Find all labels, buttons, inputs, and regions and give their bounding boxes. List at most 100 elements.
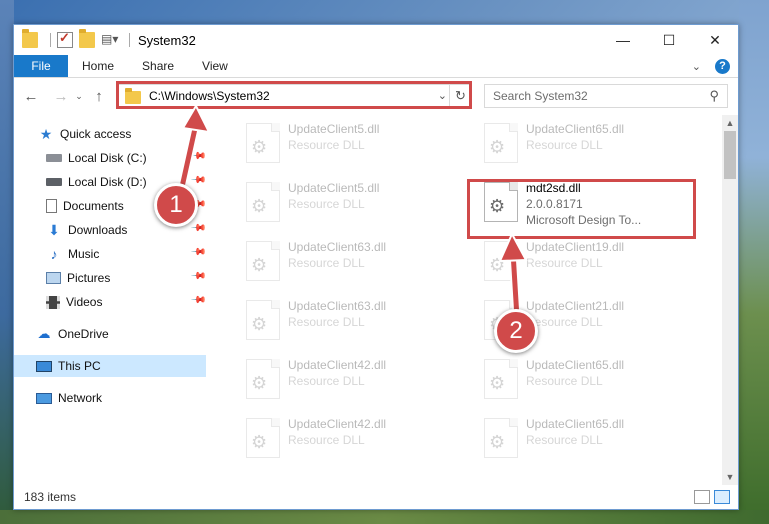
sidebar-item-videos[interactable]: Videos 📌 (14, 291, 206, 313)
file-description: Resource DLL (288, 138, 365, 152)
sidebar-item-label: Local Disk (D:) (68, 175, 147, 189)
large-icons-view-icon[interactable] (714, 490, 730, 504)
file-item[interactable]: UpdateClient65.dll Resource DLL (472, 119, 682, 169)
dll-file-icon (484, 359, 518, 399)
tab-file[interactable]: File (14, 55, 68, 77)
status-bar: 183 items (14, 485, 738, 509)
dll-file-icon (246, 182, 280, 222)
pin-icon: 📌 (189, 220, 207, 237)
search-icon[interactable]: ⚲ (709, 88, 719, 104)
file-description: Resource DLL (288, 374, 365, 388)
help-icon[interactable]: ? (715, 58, 730, 74)
file-name: UpdateClient63.dll (288, 240, 387, 254)
file-description: Resource DLL (288, 315, 365, 329)
expand-ribbon-icon[interactable]: ⌄ (692, 60, 701, 73)
minimize-button[interactable]: — (600, 25, 646, 55)
file-description: Resource DLL (288, 433, 365, 447)
file-name: UpdateClient21.dll (526, 299, 625, 313)
file-item[interactable]: UpdateClient65.dll Resource DLL (472, 355, 682, 405)
navigation-pane: ★ Quick access Local Disk (C:) 📌 Local D… (14, 115, 206, 485)
dll-file-icon (246, 359, 280, 399)
recent-locations-chevron-icon[interactable]: ⌄ (72, 85, 86, 107)
file-name: UpdateClient42.dll (288, 358, 387, 372)
ribbon-right: ⌄ ? (692, 55, 738, 77)
address-highlight-box (116, 81, 472, 109)
scroll-up-icon[interactable]: ▲ (722, 115, 738, 131)
quick-access-toolbar: ▤▾ System32 (14, 25, 196, 55)
file-item[interactable]: UpdateClient63.dll Resource DLL (234, 296, 444, 346)
sidebar-item-network[interactable]: Network (14, 387, 206, 409)
dll-file-icon (246, 241, 280, 281)
sidebar-item-label: Pictures (67, 271, 111, 285)
scrollbar-thumb[interactable] (724, 131, 736, 179)
step-2-badge: 2 (494, 309, 538, 353)
file-description: Resource DLL (526, 374, 603, 388)
tab-home[interactable]: Home (68, 55, 128, 77)
sidebar-item-this-pc[interactable]: This PC (14, 355, 206, 377)
search-input[interactable] (493, 89, 693, 103)
sidebar-item-label: Local Disk (C:) (68, 151, 147, 165)
file-list: UpdateClient5.dll Resource DLL UpdateClie… (220, 115, 720, 487)
file-name: UpdateClient42.dll (288, 417, 387, 431)
toolbar-divider (50, 33, 51, 47)
file-description: Resource DLL (526, 256, 603, 270)
up-arrow-icon[interactable]: ↑ (88, 85, 110, 107)
dll-file-icon (484, 123, 518, 163)
sidebar-item-pictures[interactable]: Pictures 📌 (14, 267, 206, 289)
properties-icon[interactable] (57, 30, 73, 48)
customize-toolbar-icon[interactable]: ▤▾ (101, 32, 118, 48)
sidebar-item-label: Quick access (60, 127, 132, 141)
folder-icon (22, 29, 38, 48)
desktop-background-left (0, 0, 14, 524)
file-item[interactable]: UpdateClient42.dll Resource DLL (234, 355, 444, 405)
file-item[interactable]: UpdateClient19.dll Resource DLL (472, 237, 682, 287)
file-highlight-box (467, 179, 696, 239)
file-item[interactable]: UpdateClient63.dll Resource DLL (234, 237, 444, 287)
item-count: 183 items (24, 490, 77, 504)
cloud-icon: ☁ (37, 326, 51, 341)
file-name: UpdateClient5.dll (288, 181, 380, 195)
sidebar-item-label: Videos (66, 295, 103, 309)
search-box[interactable]: ⚲ (484, 84, 728, 108)
pin-icon: 📌 (189, 292, 207, 309)
sidebar-item-label: Downloads (68, 223, 128, 237)
sidebar-item-onedrive[interactable]: ☁ OneDrive (14, 323, 206, 345)
ribbon-tabs: File Home Share View ⌄ ? (14, 55, 738, 78)
sidebar-item-label: This PC (58, 359, 101, 373)
dll-file-icon (246, 300, 280, 340)
toolbar-divider (129, 33, 130, 47)
desktop-background-right (739, 0, 769, 524)
file-item[interactable]: UpdateClient42.dll Resource DLL (234, 414, 444, 464)
file-item[interactable]: UpdateClient65.dll Resource DLL (472, 414, 682, 464)
vertical-scrollbar[interactable]: ▲ ▼ (722, 115, 738, 485)
dll-file-icon (246, 123, 280, 163)
sidebar-item-label: Network (58, 391, 103, 405)
file-name: UpdateClient65.dll (526, 122, 625, 136)
view-toggle (694, 490, 730, 504)
details-view-icon[interactable] (694, 490, 710, 504)
maximize-button[interactable]: ☐ (646, 25, 692, 55)
sidebar-item-quick-access[interactable]: ★ Quick access (14, 123, 206, 145)
pin-icon: 📌 (189, 148, 207, 165)
tab-share[interactable]: Share (128, 55, 188, 77)
desktop-background-bottom (0, 510, 769, 524)
sidebar-item-music[interactable]: ♪ Music 📌 (14, 243, 207, 265)
new-folder-icon[interactable] (79, 29, 95, 48)
sidebar-item-local-disk-c[interactable]: Local Disk (C:) 📌 (14, 147, 206, 169)
drive-icon (46, 154, 62, 162)
close-button[interactable]: ✕ (692, 25, 738, 55)
file-description: Resource DLL (288, 197, 365, 211)
star-icon: ★ (39, 125, 53, 142)
window-controls: — ☐ ✕ (600, 25, 738, 55)
pictures-icon (46, 272, 61, 284)
dll-file-icon (484, 241, 518, 281)
videos-icon (46, 295, 60, 309)
file-name: UpdateClient65.dll (526, 358, 625, 372)
tab-view[interactable]: View (188, 55, 242, 77)
file-item[interactable]: UpdateClient5.dll Resource DLL (234, 119, 444, 169)
file-item[interactable]: UpdateClient5.dll Resource DLL (234, 178, 444, 228)
forward-arrow-icon[interactable]: → (50, 85, 72, 107)
back-arrow-icon[interactable]: ← (20, 85, 42, 107)
scroll-down-icon[interactable]: ▼ (722, 469, 738, 485)
dll-file-icon (246, 418, 280, 458)
